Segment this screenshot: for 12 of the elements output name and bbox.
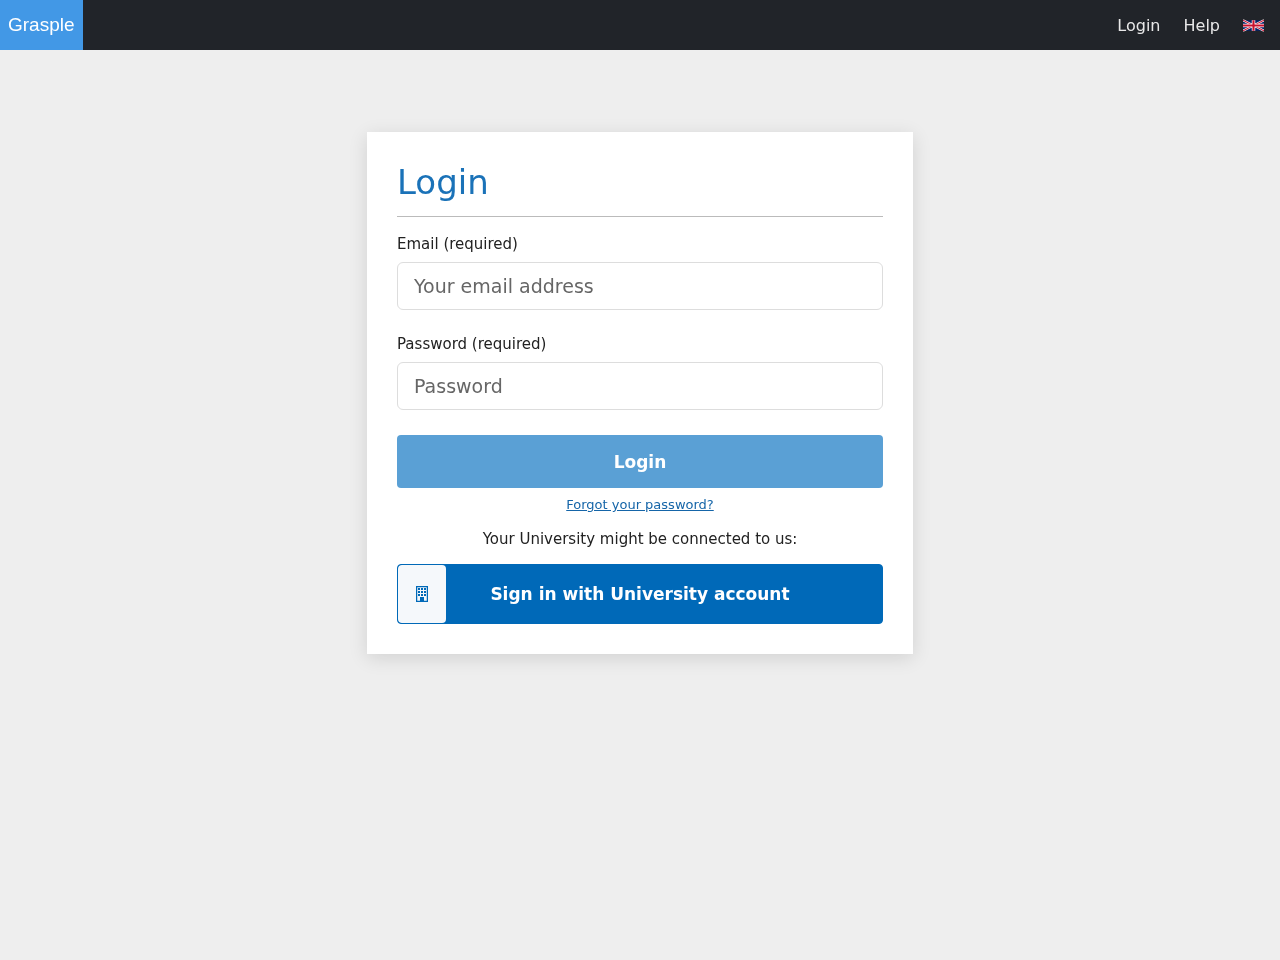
university-sign-in-button[interactable]: Sign in with University account bbox=[397, 564, 883, 624]
building-icon bbox=[416, 586, 428, 602]
sso-note: Your University might be connected to us: bbox=[481, 530, 799, 548]
input-field[interactable]: Your email address bbox=[397, 262, 883, 310]
nav-link[interactable]: Help bbox=[1183, 15, 1220, 35]
flag-icon[interactable] bbox=[1243, 17, 1264, 33]
login-title: Login bbox=[397, 162, 490, 202]
forgot-password-link[interactable]: Forgot your password? bbox=[566, 497, 714, 512]
field-label: Email (required) bbox=[397, 235, 519, 253]
input-field[interactable]: Password bbox=[397, 362, 883, 410]
field-label: Password (required) bbox=[397, 335, 548, 353]
nav-link[interactable]: Login bbox=[1117, 15, 1161, 35]
